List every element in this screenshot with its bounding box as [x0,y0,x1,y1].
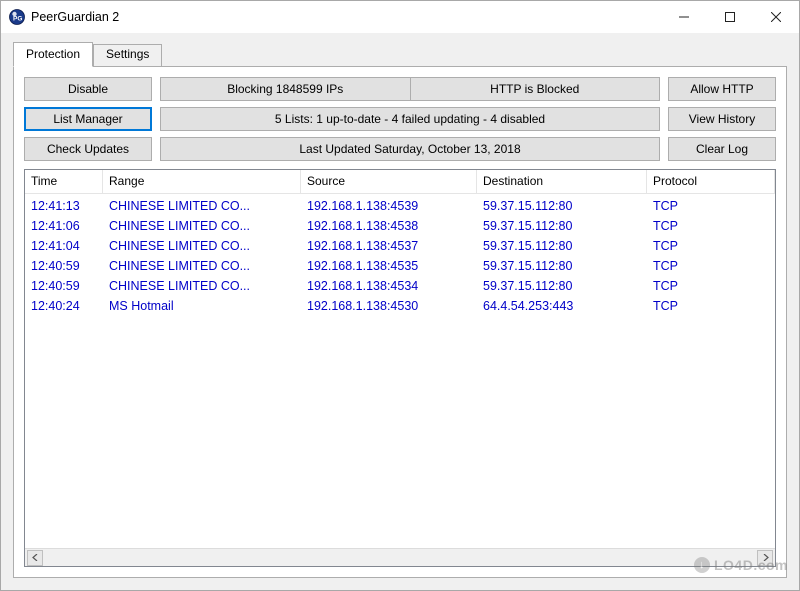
window-controls [661,1,799,33]
log-row[interactable]: 12:40:59CHINESE LIMITED CO...192.168.1.1… [25,276,775,296]
app-window: PG PeerGuardian 2 Protection Settings Di… [0,0,800,591]
col-source[interactable]: Source [301,170,477,194]
log-cell-destination: 59.37.15.112:80 [477,216,647,236]
log-cell-protocol: TCP [647,296,775,316]
log-cell-time: 12:40:59 [25,276,103,296]
log-cell-time: 12:41:13 [25,196,103,216]
titlebar[interactable]: PG PeerGuardian 2 [1,1,799,33]
log-cell-range: CHINESE LIMITED CO... [103,236,301,256]
log-cell-source: 192.168.1.138:4539 [301,196,477,216]
allow-http-button[interactable]: Allow HTTP [668,77,776,101]
tabstrip: Protection Settings [13,42,787,67]
clear-log-button[interactable]: Clear Log [668,137,776,161]
log-cell-destination: 59.37.15.112:80 [477,276,647,296]
status-blocking: Blocking 1848599 IPs [161,78,410,100]
log-row[interactable]: 12:41:13CHINESE LIMITED CO...192.168.1.1… [25,196,775,216]
log-header: Time Range Source Destination Protocol [25,170,775,194]
log-cell-range: CHINESE LIMITED CO... [103,216,301,236]
log-row[interactable]: 12:40:59CHINESE LIMITED CO...192.168.1.1… [25,256,775,276]
log-row[interactable]: 12:41:04CHINESE LIMITED CO...192.168.1.1… [25,236,775,256]
log-cell-protocol: TCP [647,236,775,256]
log-cell-destination: 64.4.54.253:443 [477,296,647,316]
log-cell-destination: 59.37.15.112:80 [477,236,647,256]
close-button[interactable] [753,1,799,33]
log-cell-time: 12:40:59 [25,256,103,276]
log-cell-destination: 59.37.15.112:80 [477,196,647,216]
log-cell-source: 192.168.1.138:4534 [301,276,477,296]
col-range[interactable]: Range [103,170,301,194]
status-http: HTTP is Blocked [410,78,660,100]
log-cell-source: 192.168.1.138:4537 [301,236,477,256]
check-updates-button[interactable]: Check Updates [24,137,152,161]
log-body[interactable]: 12:41:13CHINESE LIMITED CO...192.168.1.1… [25,194,775,548]
log-cell-protocol: TCP [647,196,775,216]
log-cell-range: MS Hotmail [103,296,301,316]
scroll-left-icon[interactable] [27,550,43,566]
window-title: PeerGuardian 2 [31,10,119,24]
minimize-button[interactable] [661,1,707,33]
status-block-http: Blocking 1848599 IPs HTTP is Blocked [160,77,660,101]
log-cell-range: CHINESE LIMITED CO... [103,256,301,276]
log-cell-time: 12:41:06 [25,216,103,236]
list-manager-button[interactable]: List Manager [24,107,152,131]
log-cell-source: 192.168.1.138:4538 [301,216,477,236]
svg-text:PG: PG [13,16,22,23]
log-cell-protocol: TCP [647,276,775,296]
log-row[interactable]: 12:41:06CHINESE LIMITED CO...192.168.1.1… [25,216,775,236]
status-lists: 5 Lists: 1 up-to-date - 4 failed updatin… [160,107,660,131]
log-cell-protocol: TCP [647,256,775,276]
log-cell-time: 12:40:24 [25,296,103,316]
log-list: Time Range Source Destination Protocol 1… [24,169,776,567]
tab-content: Disable Blocking 1848599 IPs HTTP is Blo… [13,66,787,578]
log-cell-time: 12:41:04 [25,236,103,256]
scroll-right-icon[interactable] [757,550,773,566]
log-cell-source: 192.168.1.138:4535 [301,256,477,276]
log-cell-source: 192.168.1.138:4530 [301,296,477,316]
log-cell-range: CHINESE LIMITED CO... [103,196,301,216]
tab-settings[interactable]: Settings [93,44,162,67]
client-area: Protection Settings Disable Blocking 184… [1,33,799,590]
log-cell-protocol: TCP [647,216,775,236]
app-icon: PG [9,9,25,25]
log-cell-destination: 59.37.15.112:80 [477,256,647,276]
log-row[interactable]: 12:40:24MS Hotmail192.168.1.138:453064.4… [25,296,775,316]
log-cell-range: CHINESE LIMITED CO... [103,276,301,296]
maximize-button[interactable] [707,1,753,33]
col-destination[interactable]: Destination [477,170,647,194]
status-last-updated: Last Updated Saturday, October 13, 2018 [160,137,660,161]
view-history-button[interactable]: View History [668,107,776,131]
horizontal-scrollbar[interactable] [25,548,775,566]
disable-button[interactable]: Disable [24,77,152,101]
col-time[interactable]: Time [25,170,103,194]
col-protocol[interactable]: Protocol [647,170,775,194]
tab-protection[interactable]: Protection [13,42,93,67]
